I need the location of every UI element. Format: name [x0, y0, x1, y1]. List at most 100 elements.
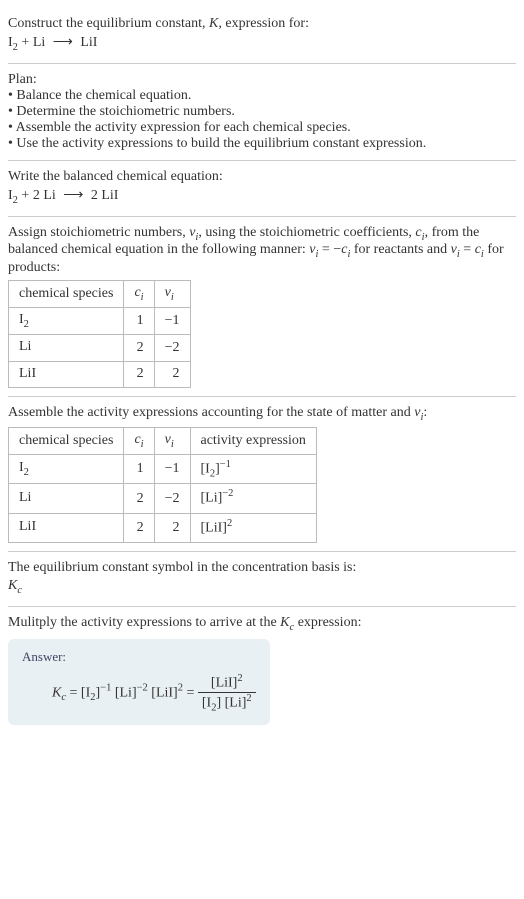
fraction: [LiI]2[I2] [Li]2	[198, 673, 256, 713]
multiply-section: Mulitply the activity expressions to arr…	[8, 607, 516, 733]
answer-equation: Kc = [I2]−1 [Li]−2 [LiI]2 = [LiI]2[I2] […	[22, 671, 256, 715]
plan-bullet-1: • Balance the chemical equation.	[8, 88, 516, 104]
ans-t1sup: −1	[100, 683, 111, 694]
cell-activity: [LiI]2	[190, 513, 316, 542]
ans-K: K	[52, 685, 61, 700]
balanced-section: Write the balanced chemical equation: I2…	[8, 161, 516, 217]
th-ci-sub: i	[141, 439, 144, 450]
multiply-text1: Mulitply the activity expressions to arr…	[8, 615, 280, 630]
table-row: I2 1 −1	[9, 307, 191, 334]
plan-header: Plan:	[8, 72, 516, 88]
table-row: LiI 2 2	[9, 361, 191, 388]
activity-section: Assemble the activity expressions accoun…	[8, 397, 516, 552]
th-ci: ci	[124, 428, 154, 455]
den1end: ]	[216, 695, 224, 710]
intro-line1b: , expression for:	[218, 16, 309, 31]
activity-header: Assemble the activity expressions accoun…	[8, 405, 516, 423]
act-sup: −2	[222, 488, 233, 499]
table-header-row: chemical species ci νi activity expressi…	[9, 428, 317, 455]
arrow-icon: ⟶	[49, 35, 77, 50]
num-sup: 2	[237, 673, 242, 684]
th-nui-sub: i	[171, 292, 174, 303]
cell-nu: −2	[154, 484, 190, 513]
den1: [I	[202, 695, 211, 710]
cell-activity: [Li]−2	[190, 484, 316, 513]
cell-species: I2	[9, 307, 124, 334]
stoich-table: chemical species ci νi I2 1 −1 Li 2 −2 L…	[8, 280, 191, 388]
eq-rhs: LiI	[77, 35, 98, 50]
sp: Li	[19, 339, 31, 354]
table-header-row: chemical species ci νi	[9, 281, 191, 308]
intro-line1: Construct the equilibrium constant,	[8, 16, 209, 31]
th-species: chemical species	[9, 428, 124, 455]
num-base: [LiI]	[211, 676, 237, 691]
spsub: 2	[24, 467, 29, 478]
table-row: I2 1 −1 [I2]−1	[9, 454, 317, 483]
balanced-equation: I2 + 2 Li ⟶ 2 LiI	[8, 185, 516, 208]
symbol-kc: Kc	[8, 576, 516, 598]
cell-nu: −1	[154, 454, 190, 483]
multiply-K: K	[280, 615, 289, 630]
sp: LiI	[19, 366, 36, 381]
cell-nu: 2	[154, 513, 190, 542]
th-nui: νi	[154, 428, 190, 455]
cell-nu: 2	[154, 361, 190, 388]
balanced-header: Write the balanced chemical equation:	[8, 169, 516, 185]
intro-section: Construct the equilibrium constant, K, e…	[8, 8, 516, 64]
th-ci: ci	[124, 281, 154, 308]
stoich-text: Assign stoichiometric numbers, νi, using…	[8, 225, 516, 277]
ans-eq2: =	[183, 685, 198, 700]
activity-header1: Assemble the activity expressions accoun…	[8, 405, 414, 420]
cell-c: 1	[124, 307, 154, 334]
multiply-text: Mulitply the activity expressions to arr…	[8, 615, 516, 633]
cell-nu: −1	[154, 307, 190, 334]
stoich-text2: , using the stoichiometric coefficients,	[198, 225, 415, 240]
multiply-text2: expression:	[294, 615, 361, 630]
cell-c: 2	[124, 513, 154, 542]
cell-species: Li	[9, 484, 124, 513]
bal-rhs: 2 LiI	[87, 188, 118, 203]
eq-plus: + Li	[18, 35, 49, 50]
act-sup: 2	[227, 518, 232, 529]
symbol-K: K	[8, 578, 17, 593]
cell-c: 2	[124, 334, 154, 361]
act-base: [LiI]	[201, 521, 227, 536]
cell-species: LiI	[9, 361, 124, 388]
cell-c: 2	[124, 361, 154, 388]
symbol-section: The equilibrium constant symbol in the c…	[8, 552, 516, 607]
plan-bullet-4: • Use the activity expressions to build …	[8, 136, 516, 152]
table-row: Li 2 −2	[9, 334, 191, 361]
sp: LiI	[19, 519, 36, 534]
arrow-icon: ⟶	[59, 188, 87, 203]
cell-activity: [I2]−1	[190, 454, 316, 483]
activity-header2: :	[423, 405, 427, 420]
th-nui: νi	[154, 281, 190, 308]
cell-c: 2	[124, 484, 154, 513]
cell-species: Li	[9, 334, 124, 361]
symbol-c: c	[17, 585, 22, 596]
stoich-eq1b: = −	[318, 242, 341, 257]
frac-num: [LiI]2	[198, 673, 256, 693]
answer-box: Answer: Kc = [I2]−1 [Li]−2 [LiI]2 = [LiI…	[8, 639, 270, 725]
table-row: LiI 2 2 [LiI]2	[9, 513, 317, 542]
stoich-text1: Assign stoichiometric numbers,	[8, 225, 189, 240]
plan-bullet-2: • Determine the stoichiometric numbers.	[8, 104, 516, 120]
th-nui-sub: i	[171, 439, 174, 450]
ans-t1: [I	[81, 685, 90, 700]
ans-t2: [Li]	[115, 685, 137, 700]
answer-label: Answer:	[22, 649, 256, 665]
table-row: Li 2 −2 [Li]−2	[9, 484, 317, 513]
stoich-eq2b: =	[460, 242, 475, 257]
th-ci-sub: i	[141, 292, 144, 303]
frac-den: [I2] [Li]2	[198, 693, 256, 713]
intro-text: Construct the equilibrium constant, K, e…	[8, 16, 516, 32]
stoich-text4: for reactants and	[350, 242, 450, 257]
act-base: [Li]	[201, 491, 223, 506]
den2sup: 2	[246, 693, 251, 704]
activity-table: chemical species ci νi activity expressi…	[8, 427, 317, 543]
cell-nu: −2	[154, 334, 190, 361]
cell-species: LiI	[9, 513, 124, 542]
den2: [Li]	[225, 695, 247, 710]
symbol-text: The equilibrium constant symbol in the c…	[8, 560, 516, 576]
cell-c: 1	[124, 454, 154, 483]
